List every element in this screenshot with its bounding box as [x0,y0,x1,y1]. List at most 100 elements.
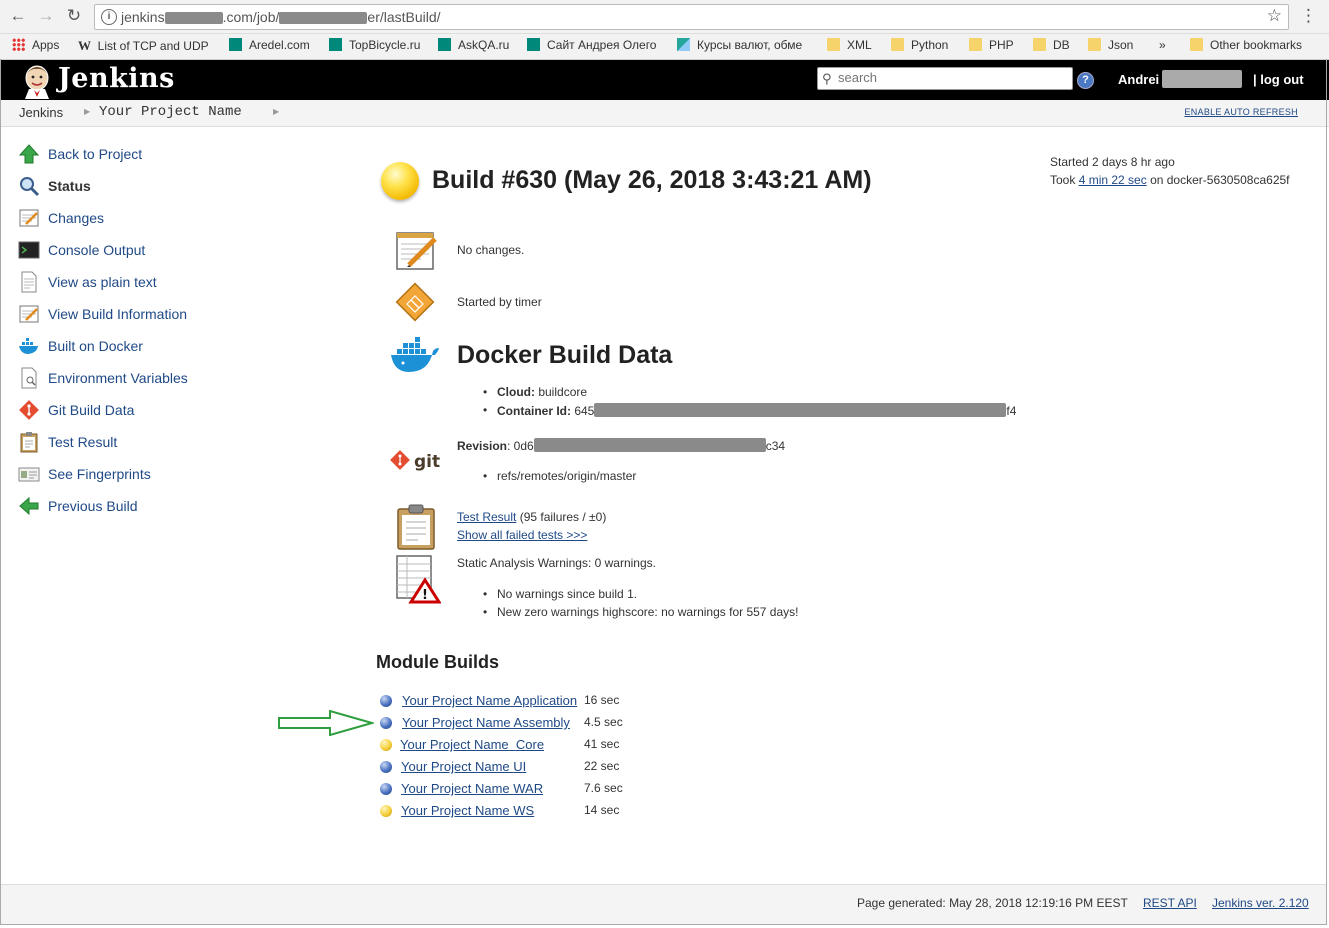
page-title: Build #630 (May 26, 2018 3:43:21 AM) [432,166,872,194]
git-logo-icon: git [390,450,440,472]
folder-icon [1088,38,1101,51]
bookmark-xml[interactable]: XML [827,38,872,52]
info-icon[interactable]: i [101,9,117,25]
logout-link[interactable]: | log out [1253,72,1304,87]
module-duration: 22 sec [584,759,620,773]
module-link[interactable]: Your Project Name Core [400,737,544,752]
build-duration: Took 4 min 22 sec on docker-5630508ca625… [1050,173,1290,187]
docker-icon [19,338,38,354]
chart-icon [677,38,690,51]
search-input[interactable] [838,69,1066,86]
clipboard-icon [397,504,435,550]
docker-icon [391,337,439,372]
bookmark-json[interactable]: Json [1088,38,1133,52]
build-duration-link[interactable]: 4 min 22 sec [1079,173,1147,187]
git-ref: refs/remotes/origin/master [483,469,636,483]
terminal-icon [18,241,40,259]
notepad-icon [19,209,39,227]
browser-menu-icon[interactable]: ⋮ [1300,6,1317,26]
bookmark-askqa[interactable]: AskQA.ru [438,38,509,52]
build-started-time: Started 2 days 8 hr ago [1050,155,1175,169]
module-link[interactable]: Your Project Name Assembly [402,715,570,730]
test-result-link[interactable]: Test Result [457,510,516,524]
test-result-summary: Test Result (95 failures / ±0) [457,510,607,524]
static-analysis-title: Static Analysis Warnings: 0 warnings. [457,556,656,570]
notepad-icon [396,232,437,270]
enable-auto-refresh-link[interactable]: ENABLE AUTO REFRESH [1184,107,1298,117]
module-link[interactable]: Your Project Name UI [401,759,526,774]
redacted-username [1162,70,1242,88]
teal-square-icon [438,38,451,51]
back-arrow-icon[interactable]: ← [8,6,28,26]
breadcrumb: Jenkins ▶ Your Project Name ▶ ENABLE AUT… [0,100,1329,127]
rest-api-link[interactable]: REST API [1143,896,1197,910]
folder-icon [1190,38,1203,51]
docker-cloud: Cloud: buildcore [483,385,587,399]
forward-arrow-icon[interactable]: → [36,6,56,26]
jenkins-title[interactable]: Jenkins [58,63,175,94]
warnings-icon: ! [396,555,441,604]
module-link[interactable]: Your Project Name WAR [401,781,543,796]
user-name-link[interactable]: Andrei [1118,72,1159,87]
git-revision: Revision: 0d6 c34 [457,438,786,453]
annotation-arrow-icon [278,710,374,736]
bookmark-star-icon[interactable]: ☆ [1267,6,1282,26]
bookmark-andrey-site[interactable]: Сайт Андрея Олего [527,38,656,52]
page-footer: Page generated: May 28, 2018 12:19:16 PM… [0,884,1327,925]
folder-icon [1033,38,1046,51]
jenkins-version-link[interactable]: Jenkins ver. 2.120 [1212,896,1309,910]
bookmark-apps[interactable]: Apps [12,38,59,52]
git-icon [19,400,39,420]
browser-toolbar: ← → ↻ i jenkins .com/job/er/lastBuild/ ☆ … [0,0,1329,34]
bookmark-python[interactable]: Python [891,38,948,52]
folder-icon [891,38,904,51]
analysis-item: No warnings since build 1. [483,587,637,601]
teal-square-icon [229,38,242,51]
bookmark-db[interactable]: DB [1033,38,1070,52]
bookmark-aredel[interactable]: Aredel.com [229,38,310,52]
address-bar[interactable]: i jenkins .com/job/er/lastBuild/ ☆ [94,4,1289,30]
bookmark-other[interactable]: Other bookmarks [1190,38,1302,52]
module-link[interactable]: Your Project Name WS [401,803,534,818]
module-duration: 7.6 sec [584,781,623,795]
teal-square-icon [329,38,342,51]
analysis-item: New zero warnings highscore: no warnings… [483,605,798,619]
build-status-ball-icon [381,162,419,200]
help-icon[interactable]: ? [1077,72,1094,89]
breadcrumb-separator-icon[interactable]: ▶ [273,107,279,116]
bookmarks-overflow[interactable]: » [1159,38,1166,52]
bookmark-topbicycle[interactable]: TopBicycle.ru [329,38,420,52]
module-duration: 16 sec [584,693,620,707]
module-duration: 4.5 sec [584,715,623,729]
status-blue-ball-icon [380,695,392,707]
module-duration: 14 sec [584,803,620,817]
breadcrumb-separator-icon[interactable]: ▶ [84,107,90,116]
search-icon: ⚲ [822,71,832,86]
breadcrumb-project[interactable]: Your Project Name [99,104,242,120]
status-blue-ball-icon [380,717,392,729]
svg-text:!: ! [422,588,428,603]
breadcrumb-jenkins[interactable]: Jenkins [19,105,63,120]
reload-icon[interactable]: ↻ [64,6,84,26]
clipboard-icon [20,432,38,453]
module-link[interactable]: Your Project Name Application [402,693,577,708]
apps-grid-icon [12,38,25,51]
bookmark-php[interactable]: PHP [969,38,1014,52]
bookmark-currency[interactable]: Курсы валют, обме [677,38,802,52]
teal-square-icon [527,38,540,51]
search-box[interactable]: ⚲ [817,67,1073,90]
up-arrow-icon [18,144,40,164]
changes-text: No changes. [457,243,525,257]
status-blue-ball-icon [380,783,392,795]
fingerprint-icon [18,467,40,482]
notepad-icon [19,305,39,323]
bookmarks-bar: Apps W List of TCP and UDP Aredel.com To… [0,34,1329,60]
folder-icon [827,38,840,51]
jenkins-butler-icon[interactable] [20,63,54,99]
bookmark-tcp-udp[interactable]: W List of TCP and UDP [78,38,209,54]
show-failed-tests-link[interactable]: Show all failed tests >>> [457,528,587,542]
wikipedia-icon: W [78,38,91,53]
module-duration: 41 sec [584,737,620,751]
document-search-icon [21,367,37,389]
magnifier-icon [20,177,40,197]
